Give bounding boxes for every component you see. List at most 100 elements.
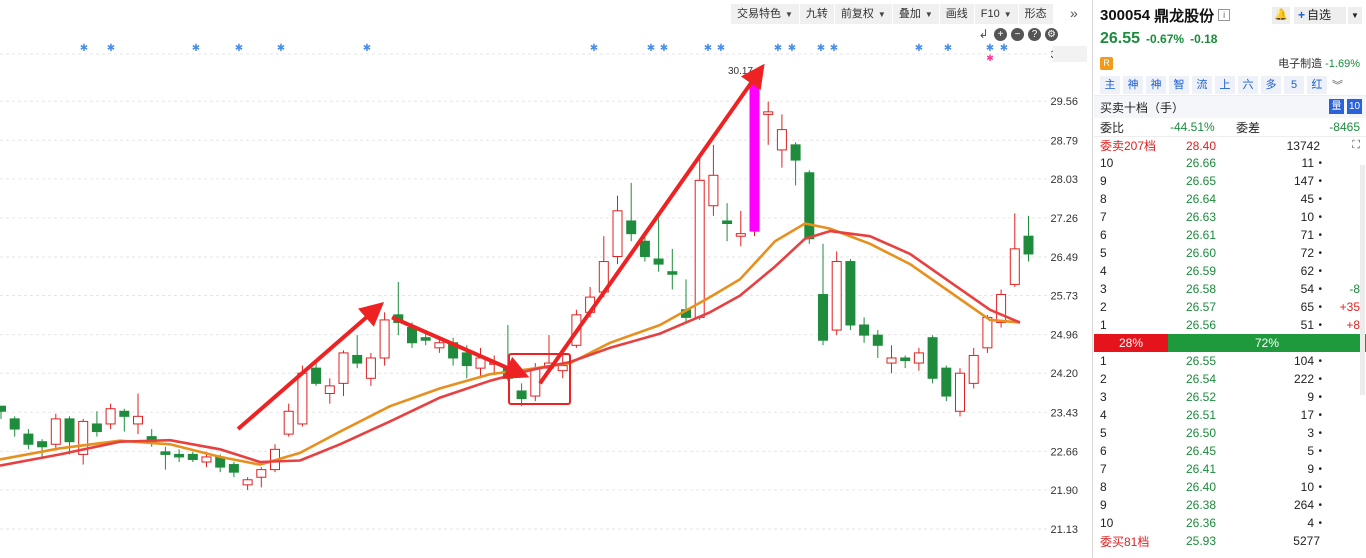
ask-level: 4 <box>1100 264 1107 278</box>
candle-body <box>461 352 472 367</box>
bid-level-row[interactable]: 10 26.36 4 • <box>1094 514 1366 532</box>
candle-body <box>694 179 705 318</box>
settings-icon[interactable]: ⚙ <box>1045 28 1058 41</box>
candle-body <box>365 357 376 379</box>
ask-level-row[interactable]: 3 26.58 54 • -8 <box>1094 280 1366 298</box>
ask-level-row[interactable]: 6 26.61 71 • <box>1094 226 1366 244</box>
ask-level-row[interactable]: 10 26.66 11 • <box>1094 154 1366 172</box>
toolbar-button-6[interactable]: 形态 <box>1018 4 1054 24</box>
orderbook-scrollbar[interactable] <box>1360 165 1365 395</box>
toolbar-more-icon[interactable]: » <box>1070 5 1078 21</box>
plus-icon: + <box>1298 8 1306 22</box>
undo-icon[interactable]: ↲ <box>977 28 990 41</box>
ask-level-row[interactable]: 9 26.65 147 • <box>1094 172 1366 190</box>
bid-total-vol: 5277 <box>1293 534 1320 548</box>
ma-short-line <box>0 222 1021 466</box>
toolbar-button-4[interactable]: 画线 <box>939 4 975 24</box>
candle-body <box>763 111 774 115</box>
ask-level-row[interactable]: 4 26.59 62 • <box>1094 262 1366 280</box>
volume-mode-icon[interactable]: 量 <box>1329 99 1344 114</box>
tabs-expand-icon[interactable]: ︾ <box>1332 77 1343 93</box>
indicator-tab[interactable]: 红 <box>1307 75 1327 94</box>
bid-level-row[interactable]: 3 26.52 9 • <box>1094 388 1366 406</box>
indicator-tab[interactable]: 5 <box>1284 75 1304 94</box>
event-marker-icon: ✱ <box>107 43 115 54</box>
indicator-tab[interactable]: 神 <box>1123 75 1143 94</box>
bid-level: 9 <box>1100 498 1107 512</box>
indicator-tab[interactable]: 多 <box>1261 75 1281 94</box>
toolbar-button-5[interactable]: F10 ▼ <box>974 4 1019 24</box>
ask-level: 3 <box>1100 282 1107 296</box>
r-badge-icon: R <box>1100 56 1113 70</box>
candle-body <box>133 415 143 425</box>
event-marker-icon: ✱ <box>817 43 825 54</box>
indicator-tab[interactable]: 上 <box>1215 75 1235 94</box>
info-icon[interactable]: i <box>1218 9 1231 21</box>
indicator-tab[interactable]: 主 <box>1100 75 1120 94</box>
special-marker-icon: ✱ <box>986 53 994 63</box>
bid-volume: 17 <box>1300 408 1314 422</box>
bid-level-row[interactable]: 8 26.40 10 • <box>1094 478 1366 496</box>
bid-level-row[interactable]: 1 26.55 104 • <box>1094 352 1366 370</box>
toolbar-button-0[interactable]: 交易特色 ▼ <box>731 4 800 24</box>
indicator-tab[interactable]: 神 <box>1146 75 1166 94</box>
alert-bell-button[interactable]: 🔔 <box>1272 7 1290 24</box>
candle-body <box>955 372 965 412</box>
industry-info[interactable]: 电子制造 -1.69% <box>1278 55 1360 71</box>
candle-body <box>119 410 130 417</box>
volume-dot-icon: • <box>1318 373 1322 385</box>
zoom-in-icon[interactable]: + <box>994 28 1007 41</box>
candle-body <box>352 354 363 364</box>
zoom-out-icon[interactable]: − <box>1011 28 1024 41</box>
toolbar-button-3[interactable]: 叠加 ▼ <box>892 4 940 24</box>
event-marker-icon: ✱ <box>660 43 668 54</box>
help-icon[interactable]: ? <box>1028 28 1041 41</box>
kline-chart-pane[interactable]: 30.4929.5628.7928.0327.2626.4925.7324.96… <box>0 0 1093 558</box>
ask-ratio: 28% <box>1094 334 1168 352</box>
ask-volume: 54 <box>1300 282 1314 296</box>
bid-price: 26.54 <box>1186 372 1217 386</box>
depth-10-icon[interactable]: 10 <box>1347 99 1362 114</box>
indicator-tab[interactable]: 六 <box>1238 75 1258 94</box>
expand-icon[interactable]: ⛶ <box>1352 139 1360 152</box>
bid-volume: 5 <box>1307 444 1314 458</box>
price-row: 26.55 -0.67% -0.18 <box>1094 30 1366 52</box>
indicator-tab[interactable]: 智 <box>1169 75 1189 94</box>
candle-body <box>790 144 801 161</box>
volume-dot-icon: • <box>1318 175 1322 187</box>
ask-level-row[interactable]: 7 26.63 10 • <box>1094 208 1366 226</box>
bid-volume: 104 <box>1293 354 1314 368</box>
candle-body <box>653 258 664 265</box>
bid-level-row[interactable]: 9 26.38 264 • <box>1094 496 1366 514</box>
ask-level-row[interactable]: 8 26.64 45 • <box>1094 190 1366 208</box>
bid-level-row[interactable]: 6 26.45 5 • <box>1094 442 1366 460</box>
indicator-tab[interactable]: 流 <box>1192 75 1212 94</box>
candle-body <box>242 479 253 486</box>
candle-body <box>941 367 952 397</box>
volume-dot-icon: • <box>1318 481 1322 493</box>
bid-level-row[interactable]: 4 26.51 17 • <box>1094 406 1366 424</box>
ask-level-row[interactable]: 5 26.60 72 • <box>1094 244 1366 262</box>
ask-level-row[interactable]: 1 26.56 51 • +8 <box>1094 316 1366 334</box>
ask-price: 26.65 <box>1186 174 1217 188</box>
bid-list: 1 26.55 104 • 2 26.54 222 • 3 26.52 9 • 4 26.51 17 • 5 26… <box>1094 352 1366 532</box>
ask-level: 5 <box>1100 246 1107 260</box>
kline-chart[interactable]: 30.4929.5628.7928.0327.2626.4925.7324.96… <box>0 0 1093 558</box>
candle-body <box>996 294 1007 323</box>
industry-row[interactable]: R 电子制造 -1.69% <box>1094 52 1366 74</box>
bid-level-row[interactable]: 5 26.50 3 • <box>1094 424 1366 442</box>
bid-level-row[interactable]: 7 26.41 9 • <box>1094 460 1366 478</box>
ask-level: 6 <box>1100 228 1107 242</box>
ask-level-row[interactable]: 2 26.57 65 • +35 <box>1094 298 1366 316</box>
event-marker-icon: ✱ <box>363 43 371 54</box>
bid-level-row[interactable]: 2 26.54 222 • <box>1094 370 1366 388</box>
favorite-dropdown-icon[interactable]: ▼ <box>1348 7 1362 24</box>
bid-price: 26.40 <box>1186 480 1217 494</box>
toolbar-button-1[interactable]: 九转 <box>799 4 835 24</box>
ask-price: 26.56 <box>1186 318 1217 332</box>
ask-volume: 71 <box>1300 228 1314 242</box>
toolbar-button-2[interactable]: 前复权 ▼ <box>834 4 893 24</box>
ask-price: 26.58 <box>1186 282 1217 296</box>
bid-level: 1 <box>1100 354 1107 368</box>
add-favorite-button[interactable]: + 自选 <box>1294 7 1346 24</box>
